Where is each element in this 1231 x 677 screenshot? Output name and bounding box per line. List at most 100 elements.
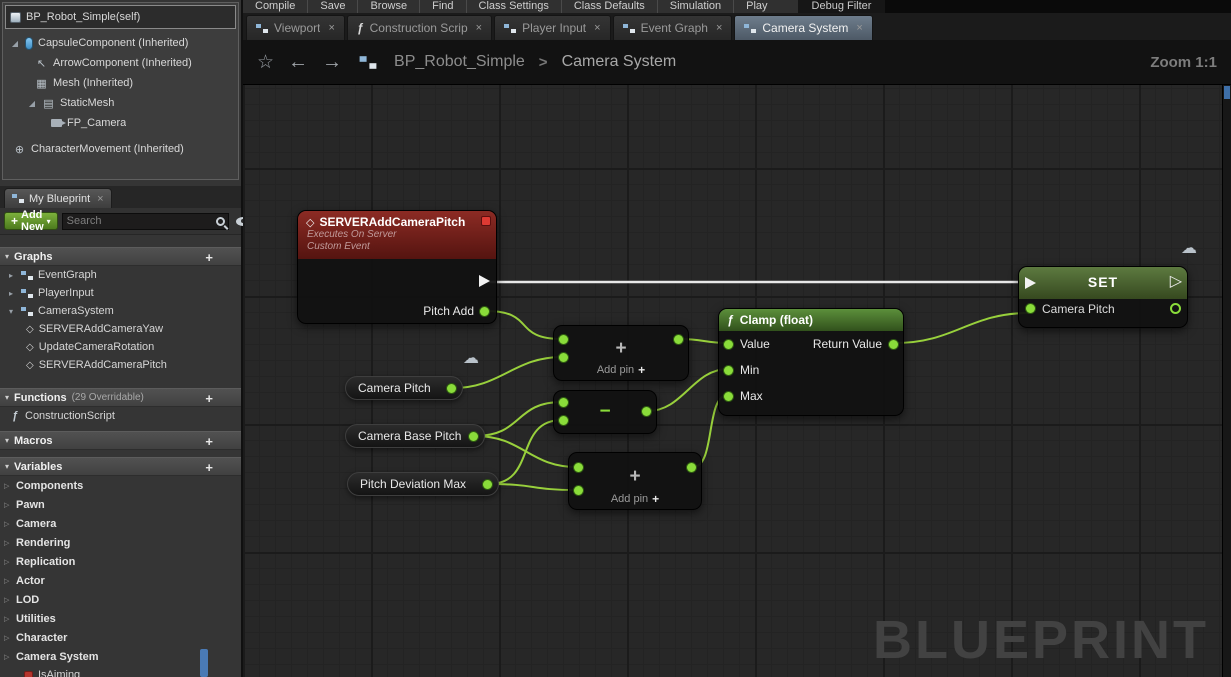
section-header-functions[interactable]: ▾ Functions (29 Overridable) + (0, 388, 241, 407)
close-icon[interactable]: × (97, 193, 103, 205)
expander-icon[interactable]: ◢ (27, 99, 37, 108)
component-row-self[interactable]: BP_Robot_Simple(self) (5, 5, 236, 29)
variable-category-character[interactable]: ▷ Character (0, 628, 241, 647)
add-function-button[interactable]: + (205, 391, 213, 406)
tab-player-input[interactable]: Player Input × (494, 15, 611, 40)
set-value-input-pin[interactable] (1025, 303, 1036, 314)
toolbar-compile-button[interactable]: Compile (243, 0, 309, 13)
getter-pitch-deviation-max[interactable]: Pitch Deviation Max (347, 472, 499, 496)
getter-camera-pitch[interactable]: Camera Pitch (345, 376, 463, 400)
expander-icon[interactable]: ▷ (4, 596, 12, 604)
component-row-staticmesh[interactable]: ◢ ▤ StaticMesh (5, 93, 236, 113)
clamp-min-input-pin[interactable] (723, 364, 734, 376)
node-add-1[interactable]: + Add pin + (553, 325, 689, 381)
graph-item-camerasystem[interactable]: ▾ CameraSystem (0, 302, 241, 320)
close-icon[interactable]: × (716, 22, 722, 34)
close-icon[interactable]: × (594, 22, 600, 34)
graph-item-playerinput[interactable]: ▸ PlayerInput (0, 284, 241, 302)
component-row-charactermovement[interactable]: ⊕ CharacterMovement (Inherited) (5, 139, 236, 159)
component-row-capsule[interactable]: ◢ CapsuleComponent (Inherited) (5, 33, 236, 53)
add-macro-button[interactable]: + (205, 434, 213, 449)
search-input[interactable] (62, 215, 213, 227)
close-icon[interactable]: × (476, 22, 482, 34)
variable-category-rendering[interactable]: ▷ Rendering (0, 533, 241, 552)
toolbar-browse-button[interactable]: Browse (358, 0, 421, 13)
toolbar-class-settings-button[interactable]: Class Settings (467, 0, 562, 13)
variable-category-pawn[interactable]: ▷ Pawn (0, 495, 241, 514)
data-wire-clamp-set[interactable] (894, 312, 1030, 344)
tab-event-graph[interactable]: Event Graph × (612, 15, 733, 40)
event-item-serveraddcamerayaw[interactable]: ◇ SERVERAddCameraYaw (0, 320, 241, 338)
variable-category-components[interactable]: ▷ Components (0, 476, 241, 495)
expander-icon[interactable]: ▷ (4, 558, 12, 566)
add-new-button[interactable]: + Add New ▾ (4, 209, 58, 233)
component-row-fp-camera[interactable]: FP_Camera (5, 113, 236, 133)
add-pin-button[interactable]: Add pin + (554, 363, 688, 377)
pitch-add-output-pin[interactable] (479, 305, 490, 317)
close-icon[interactable]: × (328, 22, 334, 34)
expander-icon[interactable]: ▷ (4, 539, 12, 547)
float-output-pin[interactable] (482, 478, 493, 490)
graph-item-eventgraph[interactable]: ▸ EventGraph (0, 266, 241, 284)
tab-viewport[interactable]: Viewport × (246, 15, 345, 40)
forward-arrow-icon[interactable]: → (322, 51, 342, 74)
expander-icon[interactable]: ▾ (6, 307, 16, 316)
graph-vertical-scrollbar[interactable] (1222, 85, 1231, 677)
node-server-add-camera-pitch[interactable]: ◇ SERVERAddCameraPitch Executes On Serve… (297, 210, 497, 324)
clamp-max-input-pin[interactable] (723, 390, 734, 402)
tab-camera-system[interactable]: Camera System × (734, 15, 873, 40)
toolbar-debug-filter[interactable]: Debug Filter (797, 0, 886, 13)
expander-icon[interactable]: ◢ (10, 39, 20, 48)
expander-icon[interactable]: ▷ (4, 634, 12, 642)
node-subtract[interactable]: − (553, 390, 657, 434)
expander-icon[interactable]: ▷ (4, 653, 12, 661)
graph-scrollbar-thumb[interactable] (1224, 86, 1230, 99)
getter-camera-base-pitch[interactable]: Camera Base Pitch (345, 424, 485, 448)
node-add-2[interactable]: + Add pin + (568, 452, 702, 510)
variable-category-camera[interactable]: ▷ Camera (0, 514, 241, 533)
data-wire-pitchadd-add1[interactable] (485, 310, 563, 340)
node-clamp-float[interactable]: ƒ Clamp (float) Value Return Value Min M… (718, 308, 904, 416)
toolbar-play-button[interactable]: Play (734, 0, 779, 13)
expander-icon[interactable]: ▷ (4, 520, 12, 528)
breadcrumb-current[interactable]: Camera System (562, 53, 677, 71)
graph-canvas[interactable]: BLUEPRINT ◇ SERVERAddCameraPitch Execute… (243, 40, 1231, 677)
clamp-return-output-pin[interactable] (888, 338, 899, 350)
variable-category-replication[interactable]: ▷ Replication (0, 552, 241, 571)
component-row-mesh[interactable]: ▦ Mesh (Inherited) (5, 73, 236, 93)
toolbar-simulation-button[interactable]: Simulation (658, 0, 735, 13)
data-wire-basepitch-subtract[interactable] (474, 401, 563, 437)
set-value-output-pin[interactable] (1170, 303, 1181, 314)
float-output-pin[interactable] (468, 430, 479, 442)
variable-category-utilities[interactable]: ▷ Utilities (0, 609, 241, 628)
toolbar-class-defaults-button[interactable]: Class Defaults (562, 0, 658, 13)
float-output-pin[interactable] (446, 382, 457, 394)
clamp-value-input-pin[interactable] (723, 338, 734, 350)
event-item-updatecamerarotation[interactable]: ◇ UpdateCameraRotation (0, 338, 241, 356)
variable-category-actor[interactable]: ▷ Actor (0, 571, 241, 590)
component-row-arrow[interactable]: ↖ ArrowComponent (Inherited) (5, 53, 236, 73)
add-variable-button[interactable]: + (205, 460, 213, 475)
variable-category-lod[interactable]: ▷ LOD (0, 590, 241, 609)
node-set-camera-pitch[interactable]: SET ▷ Camera Pitch (1018, 266, 1188, 328)
data-wire-deviation-add2[interactable] (488, 483, 578, 491)
expander-icon[interactable]: ▷ (4, 482, 12, 490)
section-header-variables[interactable]: ▾ Variables + (0, 457, 241, 476)
event-item-serveraddcamerapitch[interactable]: ◇ SERVERAddCameraPitch (0, 356, 241, 374)
breadcrumb-root[interactable]: BP_Robot_Simple (394, 53, 525, 71)
sidebar-scrollbar-thumb[interactable] (200, 649, 208, 677)
toolbar-find-button[interactable]: Find (420, 0, 467, 13)
favorite-star-icon[interactable]: ☆ (257, 51, 274, 74)
expander-icon[interactable]: ▸ (6, 271, 16, 280)
toolbar-save-button[interactable]: Save (308, 0, 359, 13)
close-icon[interactable]: × (856, 22, 862, 34)
my-blueprint-tab[interactable]: My Blueprint × (4, 188, 112, 208)
add-graph-button[interactable]: + (205, 250, 213, 265)
data-wire-deviation-subtract[interactable] (488, 419, 563, 485)
expander-icon[interactable]: ▷ (4, 577, 12, 585)
add-pin-button[interactable]: Add pin + (569, 492, 701, 506)
section-header-macros[interactable]: ▾ Macros + (0, 431, 241, 450)
expander-icon[interactable]: ▸ (6, 289, 16, 298)
exec-output-pin[interactable] (479, 275, 490, 287)
exec-output-pin[interactable]: ▷ (1170, 271, 1182, 291)
